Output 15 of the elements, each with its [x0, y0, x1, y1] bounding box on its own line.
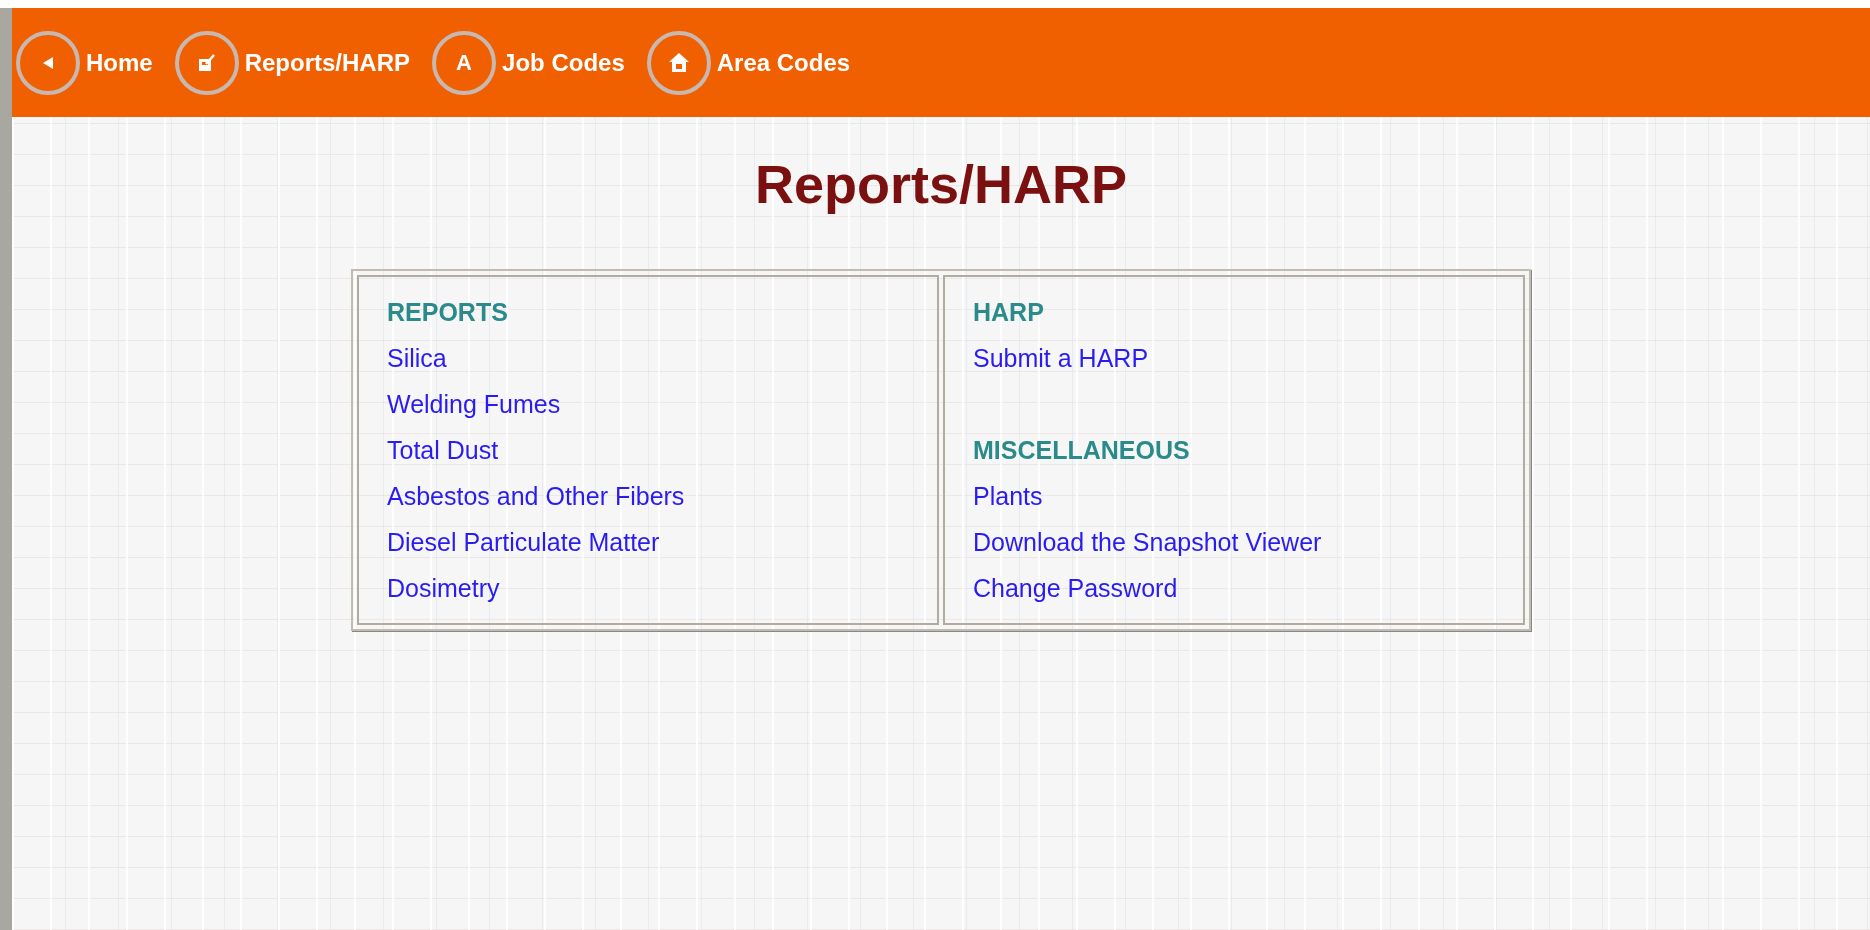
report-link[interactable]: Diesel Particulate Matter: [387, 519, 909, 565]
report-link[interactable]: Download the Snapshot Viewer: [973, 519, 1495, 565]
letter-icon: A: [432, 30, 497, 95]
report-link[interactable]: Submit a HARP: [973, 335, 1495, 381]
report-link[interactable]: Plants: [973, 473, 1495, 519]
report-link[interactable]: Silica: [387, 335, 909, 381]
section-heading: REPORTS: [387, 297, 509, 328]
report-link[interactable]: Dosimetry: [387, 565, 909, 611]
page-title: Reports/HARP: [753, 153, 1128, 215]
report-link[interactable]: Change Password: [973, 565, 1495, 611]
report-link[interactable]: Welding Fumes: [387, 381, 909, 427]
report-link[interactable]: Asbestos and Other Fibers: [387, 473, 909, 519]
section-heading: HARP: [973, 297, 1045, 328]
section-heading: MISCELLANEOUS: [973, 435, 1191, 466]
report-link[interactable]: Total Dust: [387, 427, 909, 473]
